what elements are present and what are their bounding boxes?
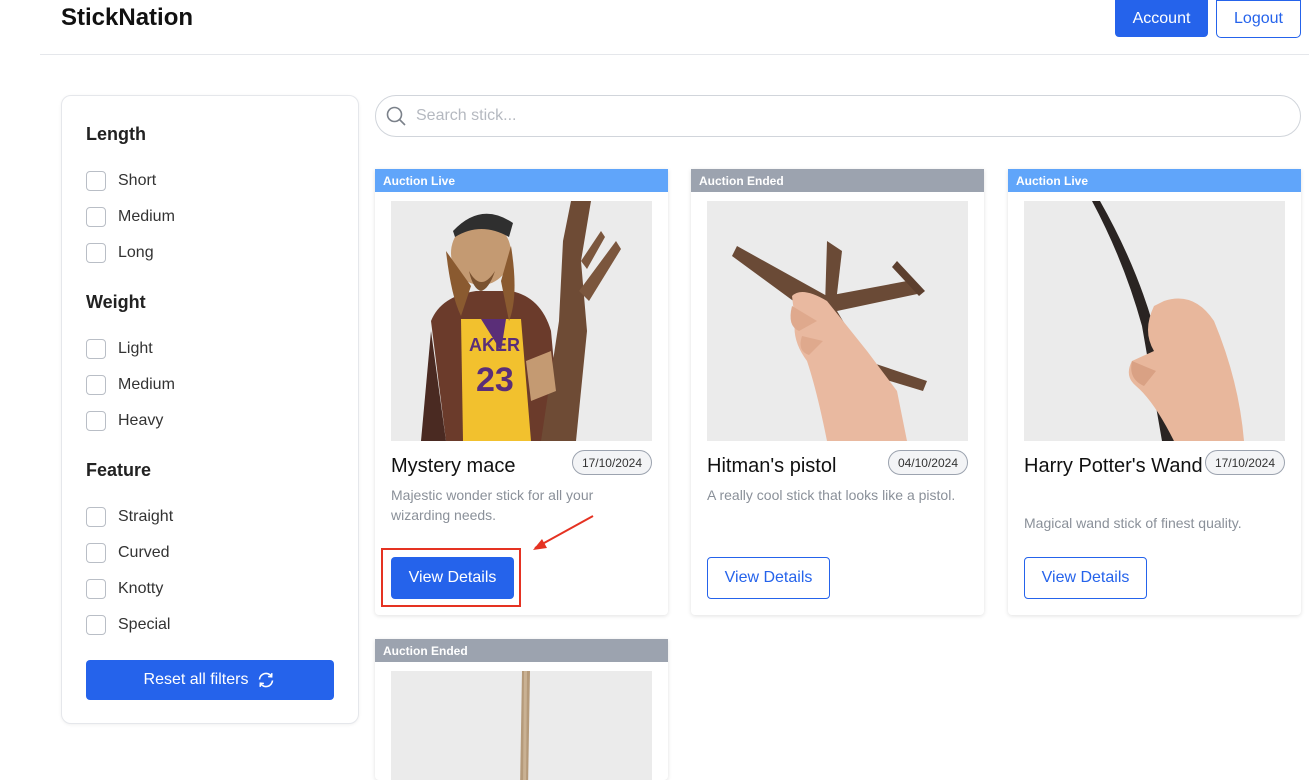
filter-option-knotty[interactable]: Knotty [86, 578, 163, 600]
product-title[interactable]: Hitman's pistol [707, 452, 887, 480]
checkbox[interactable] [86, 615, 106, 635]
checkbox[interactable] [86, 375, 106, 395]
product-title[interactable]: Harry Potter's Wand [1024, 452, 1204, 480]
filter-heading-feature: Feature [86, 460, 152, 480]
search-icon [386, 106, 406, 126]
header-divider [40, 54, 1309, 55]
filter-heading-length: Length [86, 124, 146, 144]
filter-option-straight[interactable]: Straight [86, 506, 173, 528]
view-details-button[interactable]: View Details [707, 557, 830, 599]
checkbox[interactable] [86, 339, 106, 359]
annotation-arrow-icon [533, 515, 594, 550]
filter-sidebar: Length Short Medium Long Weight Light Me… [61, 95, 359, 724]
filter-option-heavy[interactable]: Heavy [86, 410, 163, 432]
product-description: A really cool stick that looks like a pi… [707, 487, 956, 503]
reset-filters-label: Reset all filters [143, 671, 249, 688]
product-card: Auction Ended [375, 639, 668, 780]
annotation-highlight-box [381, 548, 521, 607]
product-image[interactable] [707, 201, 968, 441]
checkbox[interactable] [86, 243, 106, 263]
filter-option-long[interactable]: Long [86, 242, 154, 264]
product-image[interactable] [1024, 201, 1285, 441]
refresh-icon [259, 672, 274, 688]
top-bar: StickNation Account Logout [0, 0, 1309, 55]
product-description: Magical wand stick of finest quality. [1024, 515, 1242, 531]
search-bar [375, 95, 1301, 137]
auction-date-badge: 17/10/2024 [571, 450, 652, 475]
filter-option-medium-weight[interactable]: Medium [86, 374, 175, 396]
auction-status-badge: Auction Live [1008, 169, 1301, 192]
filter-heading-weight: Weight [86, 292, 146, 312]
auction-status-badge: Auction Ended [375, 639, 668, 662]
filter-option-light[interactable]: Light [86, 338, 153, 360]
logout-button[interactable]: Logout [1216, 0, 1301, 38]
search-input[interactable] [416, 96, 1286, 136]
checkbox[interactable] [86, 543, 106, 563]
svg-text:23: 23 [476, 361, 514, 399]
checkbox[interactable] [86, 507, 106, 527]
auction-date-badge: 04/10/2024 [887, 450, 968, 475]
checkbox[interactable] [86, 171, 106, 191]
filter-option-special[interactable]: Special [86, 614, 170, 636]
checkbox[interactable] [86, 207, 106, 227]
product-image[interactable] [391, 671, 652, 780]
filter-option-curved[interactable]: Curved [86, 542, 170, 564]
svg-text:AKER: AKER [469, 335, 520, 355]
product-image[interactable]: AKER 23 [391, 201, 652, 441]
product-title[interactable]: Mystery mace [391, 452, 571, 480]
account-button[interactable]: Account [1115, 0, 1208, 37]
auction-status-badge: Auction Ended [691, 169, 984, 192]
view-details-button[interactable]: View Details [1024, 557, 1147, 599]
filter-option-short[interactable]: Short [86, 170, 156, 192]
brand-logo[interactable]: StickNation [61, 4, 193, 32]
auction-date-badge: 17/10/2024 [1204, 450, 1285, 475]
auction-status-badge: Auction Live [375, 169, 668, 192]
reset-filters-button[interactable]: Reset all filters [86, 660, 334, 700]
filter-option-medium-length[interactable]: Medium [86, 206, 175, 228]
product-card-harry-potters-wand: Auction Live Harry Potter's Wand 17/10/2… [1008, 169, 1301, 615]
checkbox[interactable] [86, 411, 106, 431]
product-card-hitmans-pistol: Auction Ended Hitman's pistol 04/10/2024… [691, 169, 984, 615]
checkbox[interactable] [86, 579, 106, 599]
product-description: Majestic wonder stick for all your wizar… [391, 487, 594, 523]
